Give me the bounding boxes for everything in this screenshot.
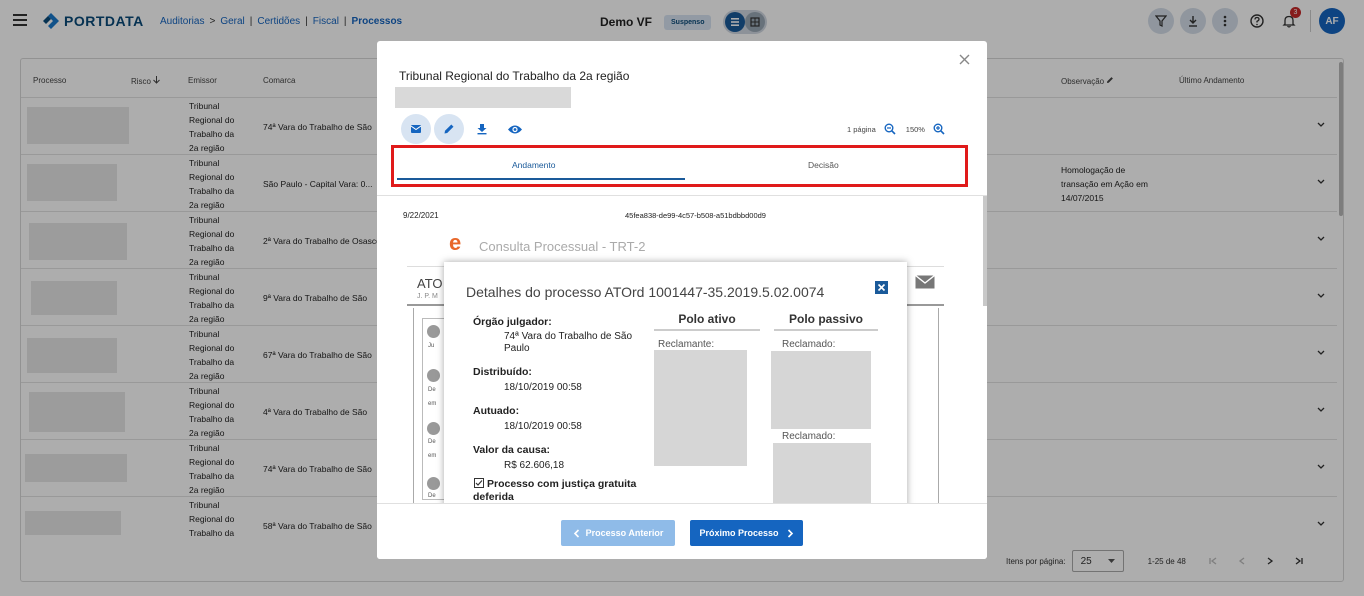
- edit-pencil-icon: [444, 124, 454, 134]
- doc-date: 9/22/2021: [403, 211, 439, 220]
- previous-process-label: Processo Anterior: [585, 528, 664, 538]
- orgao-value-2: Paulo: [504, 343, 530, 354]
- popup-close-icon[interactable]: [875, 281, 888, 294]
- email-button[interactable]: [401, 114, 431, 144]
- valor-value: R$ 62.606,18: [504, 460, 565, 471]
- doc-header-fragment: ATO: [417, 276, 443, 291]
- popup-title: Detalhes do processo ATOrd 1001447-35.20…: [466, 284, 825, 300]
- valor-label: Valor da causa:: [473, 444, 551, 456]
- zoom-level: 150%: [905, 124, 925, 134]
- doc-site-title: Consulta Processual - TRT-2: [479, 239, 646, 254]
- timeline-dot: [427, 325, 440, 338]
- timeline-dot: [427, 369, 440, 382]
- previous-process-button[interactable]: Processo Anterior: [561, 520, 675, 546]
- eye-icon: [508, 125, 522, 133]
- doc-mail-icon: [915, 275, 935, 289]
- close-icon[interactable]: [959, 54, 970, 65]
- document-scrollbar[interactable]: [983, 196, 987, 306]
- zoom-in-icon[interactable]: [933, 123, 945, 135]
- orgao-value-1: 74ª Vara do Trabalho de São: [504, 331, 633, 342]
- polo-passivo-header: Polo passivo: [774, 312, 878, 331]
- timeline-dot: [427, 422, 440, 435]
- orgao-label: Órgão julgador:: [473, 316, 552, 328]
- download-icon: [477, 124, 487, 135]
- tabs-highlight: Andamento Decisão: [391, 145, 968, 187]
- autuado-value: 18/10/2019 00:58: [504, 421, 582, 432]
- redacted-subtitle: [395, 87, 571, 108]
- next-process-button[interactable]: Próximo Processo: [690, 520, 803, 546]
- edit-button[interactable]: [434, 114, 464, 144]
- timeline-dot: [427, 477, 440, 490]
- process-modal: Tribunal Regional do Trabalho da 2a regi…: [377, 41, 987, 559]
- doc-judge-fragment: J. P. M: [417, 293, 438, 300]
- chevron-right-icon: [787, 528, 793, 538]
- zoom-controls: 1 página 150%: [847, 123, 945, 135]
- page-count: 1 página: [847, 124, 876, 134]
- process-details-popup: Detalhes do processo ATOrd 1001447-35.20…: [444, 262, 907, 503]
- active-tab-indicator: [397, 178, 685, 180]
- redacted-reclamado-2: [773, 443, 871, 503]
- justica-gratuita-label: Processo com justiça gratuita: [487, 478, 637, 490]
- doc-side-fragment: Ju: [428, 343, 435, 349]
- doc-side-fragment: De: [428, 439, 436, 445]
- pje-logo: e: [449, 230, 462, 255]
- checkbox-checked-icon: [474, 478, 484, 488]
- reclamante-label: Reclamante:: [658, 339, 715, 350]
- tab-andamento[interactable]: Andamento: [512, 160, 555, 170]
- document-viewer[interactable]: 9/22/2021 45fea838-de99-4c57-b508-a51bdb…: [377, 195, 987, 503]
- doc-side-fragment: em: [428, 401, 437, 407]
- modal-toolbar: [401, 114, 533, 144]
- chevron-left-icon: [573, 528, 579, 538]
- reclamado-label-2: Reclamado:: [782, 431, 836, 442]
- justica-gratuita-label-2: deferida: [473, 491, 514, 503]
- mail-icon: [410, 125, 422, 133]
- distribuido-value: 18/10/2019 00:58: [504, 382, 582, 393]
- view-button[interactable]: [500, 114, 530, 144]
- autuado-label: Autuado:: [473, 405, 520, 417]
- polo-ativo-header: Polo ativo: [654, 312, 760, 331]
- distribuido-label: Distribuído:: [473, 366, 532, 378]
- doc-side-fragment: De: [428, 493, 436, 499]
- doc-side-fragment: De: [428, 387, 436, 393]
- next-process-label: Próximo Processo: [699, 528, 779, 538]
- doc-hash: 45fea838-de99-4c57-b508-a51bdbbd00d9: [625, 211, 766, 220]
- modal-title: Tribunal Regional do Trabalho da 2a regi…: [399, 69, 630, 83]
- tab-decisao[interactable]: Decisão: [808, 160, 839, 170]
- doc-side-fragment: em: [428, 453, 437, 459]
- redacted-reclamado-1: [771, 351, 871, 429]
- download-button[interactable]: [467, 114, 497, 144]
- zoom-out-icon[interactable]: [884, 123, 896, 135]
- redacted-reclamante: [654, 350, 747, 466]
- reclamado-label-1: Reclamado:: [782, 339, 836, 350]
- modal-footer: Processo Anterior Próximo Processo: [377, 503, 987, 559]
